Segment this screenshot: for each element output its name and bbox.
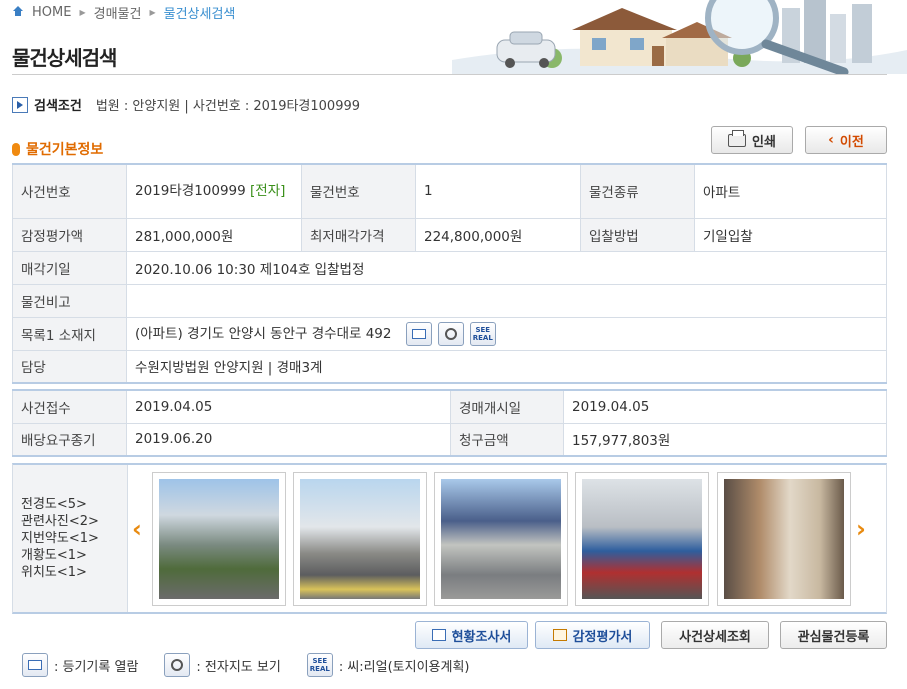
item-no-label: 물건번호 (301, 163, 416, 219)
print-button[interactable]: 인쇄 (711, 126, 793, 154)
legend-map: : 전자지도 보기 (196, 659, 281, 675)
back-button[interactable]: ‹ 이전 (805, 126, 887, 154)
remark-value (126, 283, 887, 318)
table-row: 매각기일 2020.10.06 10:30 제104호 입찰법정 (12, 250, 887, 285)
table-row: 담당 수원지방법원 안양지원 | 경매3계 (12, 349, 887, 384)
next-arrow-icon[interactable]: › (856, 515, 866, 543)
start-label: 경매개시일 (450, 389, 564, 424)
basic-info-table: 사건번호 2019타경100999 [전자] 물건번호 1 물건종류 아파트 감… (12, 163, 887, 384)
photo-type-item[interactable]: 개황도<1> (21, 547, 127, 564)
page-title: 물건상세검색 (12, 46, 117, 70)
printer-icon (728, 129, 747, 147)
prev-arrow-icon[interactable]: ‹ (132, 515, 142, 543)
section-title: 물건기본정보 (12, 139, 103, 159)
breadcrumb-home[interactable]: HOME (32, 5, 71, 20)
dividend-value: 2019.06.20 (126, 422, 451, 457)
bid-method-value: 기일입찰 (694, 217, 887, 252)
home-icon[interactable] (12, 6, 24, 18)
back-button-label: 이전 (839, 134, 864, 150)
case-no-value: 2019타경100999 (135, 183, 246, 200)
item-type-label: 물건종류 (580, 163, 695, 219)
pencil-doc-icon (552, 629, 567, 641)
breadcrumb: HOME ▶ 경매물건 ▶ 물건상세검색 (12, 2, 235, 22)
location-value: (아파트) 경기도 안양시 동안구 경수대로 492 (135, 325, 392, 342)
chevron-right-icon: ▶ (79, 7, 86, 17)
sale-date-label: 매각기일 (12, 250, 127, 285)
add-interest-button[interactable]: 관심물건등록 (780, 621, 887, 649)
photo-thumbnail[interactable] (293, 472, 427, 606)
chevron-left-icon: ‹ (828, 132, 834, 148)
survey-report-label: 현황조사서 (451, 628, 512, 644)
photo-strip: ‹ › (128, 465, 886, 612)
case-detail-button[interactable]: 사건상세조회 (661, 621, 769, 649)
title-divider (12, 74, 887, 75)
case-no-cell: 2019타경100999 [전자] (126, 163, 302, 219)
chevron-right-icon: ▶ (149, 7, 156, 17)
table-row: 사건접수 2019.04.05 경매개시일 2019.04.05 (12, 389, 887, 424)
icon-legend: : 등기기록 열람 : 전자지도 보기 SEE REAL : 씨:리얼(토지이용… (22, 653, 470, 677)
remark-label: 물건비고 (12, 283, 127, 318)
appraisal-label: 감정평가액 (12, 217, 127, 252)
breadcrumb-current[interactable]: 물건상세검색 (164, 3, 236, 22)
header-illustration (452, 0, 907, 74)
search-condition-label: 검색조건 (34, 99, 82, 114)
photo-thumbnail[interactable] (575, 472, 709, 606)
sale-date-value: 2020.10.06 10:30 제104호 입찰법정 (126, 250, 887, 285)
photo-type-list: 전경도<5> 관련사진<2> 지번약도<1> 개황도<1> 위치도<1> (13, 465, 128, 612)
photo-thumbnail[interactable] (152, 472, 286, 606)
appraisal-report-label: 감정평가서 (572, 628, 633, 644)
map-icon (164, 653, 191, 677)
dividend-label: 배당요구종기 (12, 422, 127, 457)
search-condition: 검색조건 법원 : 안양지원 | 사건번호 : 2019타경100999 (12, 95, 360, 114)
photo-thumbnail[interactable] (434, 472, 568, 606)
received-label: 사건접수 (12, 389, 127, 424)
register-doc-icon[interactable] (405, 321, 432, 346)
table-row: 물건비고 (12, 283, 887, 318)
location-cell: (아파트) 경기도 안양시 동안구 경수대로 492 SEE REAL (126, 316, 887, 351)
legend-register: : 등기기록 열람 (54, 659, 139, 675)
electronic-tag: [전자] (250, 183, 286, 200)
table-row: 감정평가액 281,000,000원 최저매각가격 224,800,000원 입… (12, 217, 887, 252)
table-row: 사건번호 2019타경100999 [전자] 물건번호 1 물건종류 아파트 (12, 163, 887, 219)
breadcrumb-level1[interactable]: 경매물건 (94, 3, 142, 22)
print-button-label: 인쇄 (752, 134, 776, 150)
case-dates-table: 사건접수 2019.04.05 경매개시일 2019.04.05 배당요구종기 … (12, 389, 887, 457)
charge-label: 담당 (12, 349, 127, 384)
see-real-icon: SEE REAL (306, 653, 333, 677)
photo-type-item[interactable]: 지번약도<1> (21, 530, 127, 547)
bullet-icon (12, 142, 20, 156)
legend-real: : 씨:리얼(토지이용계획) (338, 659, 470, 675)
case-no-label: 사건번호 (12, 163, 127, 219)
bid-method-label: 입찰방법 (580, 217, 695, 252)
see-real-icon[interactable]: SEE REAL (469, 321, 496, 346)
table-row: 배당요구종기 2019.06.20 청구금액 157,977,803원 (12, 422, 887, 457)
register-doc-icon (22, 653, 48, 677)
search-condition-text: 법원 : 안양지원 | 사건번호 : 2019타경100999 (95, 99, 361, 114)
item-type-value: 아파트 (694, 163, 887, 219)
document-icon (431, 629, 446, 641)
start-value: 2019.04.05 (563, 389, 887, 424)
received-value: 2019.04.05 (126, 389, 451, 424)
min-price-value: 224,800,000원 (415, 217, 581, 252)
appraisal-report-button[interactable]: 감정평가서 (535, 621, 650, 649)
claim-value: 157,977,803원 (563, 422, 887, 457)
photo-gallery: 전경도<5> 관련사진<2> 지번약도<1> 개황도<1> 위치도<1> ‹ › (12, 463, 887, 614)
appraisal-value: 281,000,000원 (126, 217, 302, 252)
arrow-box-icon (12, 96, 28, 113)
item-no-value: 1 (415, 163, 581, 219)
photo-type-item[interactable]: 관련사진<2> (21, 513, 127, 530)
charge-value: 수원지방법원 안양지원 | 경매3계 (126, 349, 887, 384)
photo-type-item[interactable]: 위치도<1> (21, 564, 127, 581)
claim-label: 청구금액 (450, 422, 564, 457)
photo-thumbnail[interactable] (717, 472, 851, 606)
section-title-text: 물건기본정보 (26, 142, 104, 158)
table-row: 목록1 소재지 (아파트) 경기도 안양시 동안구 경수대로 492 SEE R… (12, 316, 887, 351)
map-icon[interactable] (437, 321, 464, 346)
survey-report-button[interactable]: 현황조사서 (415, 621, 528, 649)
photo-type-item[interactable]: 전경도<5> (21, 496, 127, 513)
min-price-label: 최저매각가격 (301, 217, 416, 252)
location-label: 목록1 소재지 (12, 316, 127, 351)
